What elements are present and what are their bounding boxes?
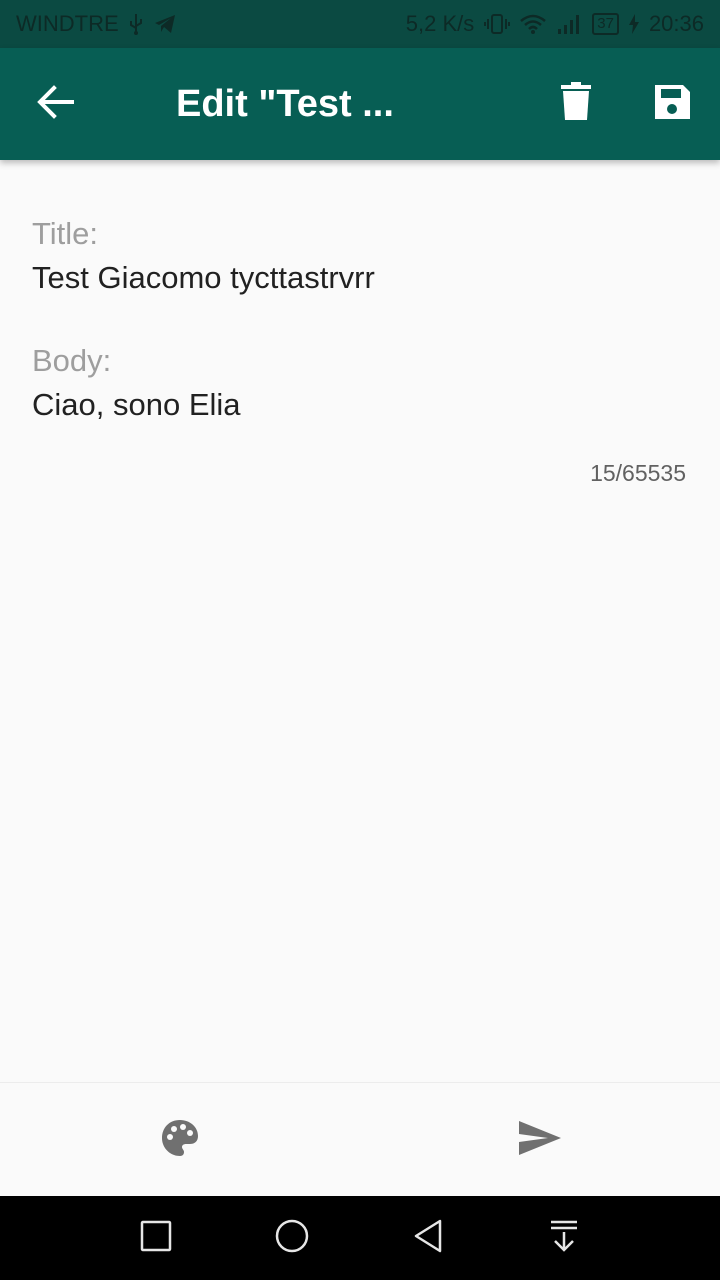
notification-pull-icon bbox=[548, 1219, 580, 1258]
carrier-name: WINDTRE bbox=[16, 11, 119, 36]
home-circle-icon bbox=[274, 1218, 310, 1259]
status-left: WINDTRE bbox=[16, 11, 177, 37]
back-arrow-icon bbox=[36, 82, 76, 127]
app-bar-actions bbox=[528, 48, 720, 160]
telegram-icon bbox=[153, 13, 177, 35]
vibrate-icon bbox=[484, 13, 511, 35]
color-button[interactable] bbox=[120, 1083, 240, 1197]
character-counter: 15/65535 bbox=[590, 460, 686, 486]
note-editor: Title: Test Giacomo tycttastrvrr Body: C… bbox=[32, 212, 688, 427]
charging-icon bbox=[628, 14, 639, 34]
recents-button[interactable] bbox=[128, 1210, 184, 1266]
usb-icon bbox=[127, 13, 145, 35]
system-back-button[interactable] bbox=[400, 1210, 456, 1266]
save-button[interactable] bbox=[624, 48, 720, 160]
send-button[interactable] bbox=[480, 1083, 600, 1197]
recents-square-icon bbox=[140, 1220, 172, 1257]
network-speed: 5,2 K/s bbox=[405, 11, 475, 36]
wifi-icon bbox=[520, 13, 547, 35]
send-icon bbox=[518, 1120, 562, 1161]
status-right: 5,2 K/s 37 20:36 bbox=[406, 11, 704, 37]
clock: 20:36 bbox=[648, 11, 704, 36]
home-button[interactable] bbox=[264, 1210, 320, 1266]
back-triangle-icon bbox=[412, 1218, 444, 1259]
title-label: Title: bbox=[32, 216, 99, 251]
system-nav-bar bbox=[0, 1196, 720, 1280]
title-field[interactable]: Test Giacomo tycttastrvrr bbox=[32, 256, 688, 300]
bottom-toolbar bbox=[0, 1082, 720, 1196]
app-bar: Edit "Test ... bbox=[0, 48, 720, 160]
battery-icon: 37 bbox=[592, 13, 619, 35]
palette-icon bbox=[161, 1119, 199, 1162]
body-label: Body: bbox=[32, 343, 112, 378]
signal-icon bbox=[556, 13, 582, 35]
status-bar: WINDTRE 5,2 K/s 37 20:36 bbox=[0, 0, 720, 48]
delete-button[interactable] bbox=[528, 48, 624, 160]
trash-icon bbox=[560, 81, 592, 127]
back-button[interactable] bbox=[0, 48, 112, 160]
body-field[interactable]: Ciao, sono Elia bbox=[32, 383, 688, 427]
page-title: Edit "Test ... bbox=[176, 82, 394, 125]
save-icon bbox=[652, 82, 692, 127]
notifications-button[interactable] bbox=[536, 1210, 592, 1266]
